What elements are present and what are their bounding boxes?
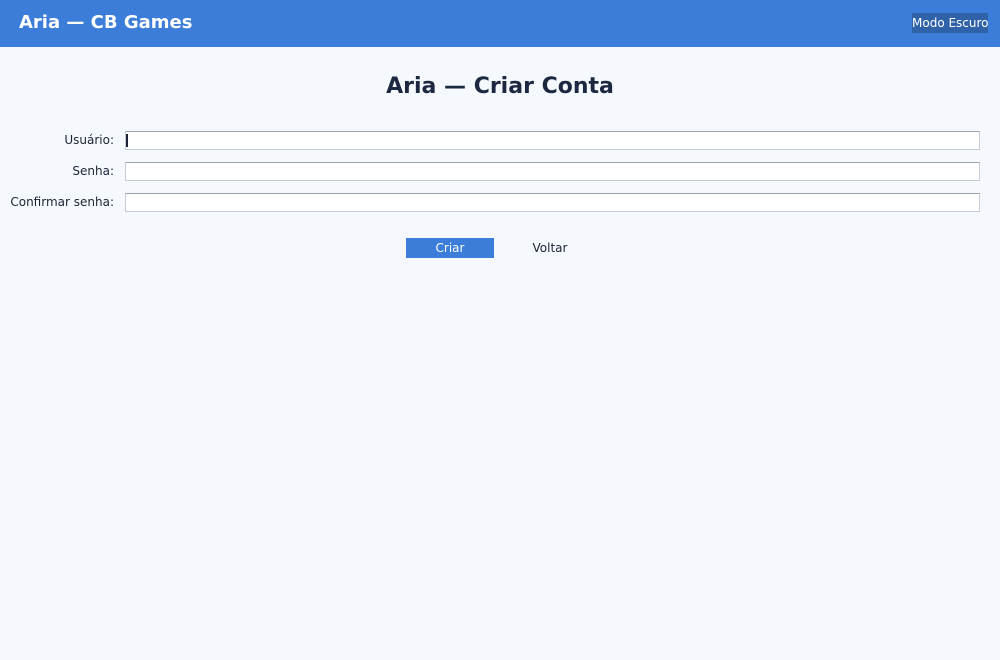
text-caret (126, 134, 128, 147)
create-account-button[interactable]: Criar (406, 238, 494, 258)
confirm-password-label: Confirmar senha: (10, 195, 114, 209)
back-button[interactable]: Voltar (520, 238, 580, 258)
username-field[interactable] (125, 131, 980, 150)
page-title: Aria — Criar Conta (386, 74, 614, 99)
dark-mode-toggle-button[interactable]: Modo Escuro (912, 13, 989, 33)
top-bar: Aria — CB Games Modo Escuro (0, 0, 1000, 47)
app-title: Aria — CB Games (19, 12, 193, 33)
password-label: Senha: (72, 164, 114, 178)
password-field[interactable] (125, 162, 980, 181)
username-label: Usuário: (64, 133, 114, 147)
confirm-password-field[interactable] (125, 193, 980, 212)
